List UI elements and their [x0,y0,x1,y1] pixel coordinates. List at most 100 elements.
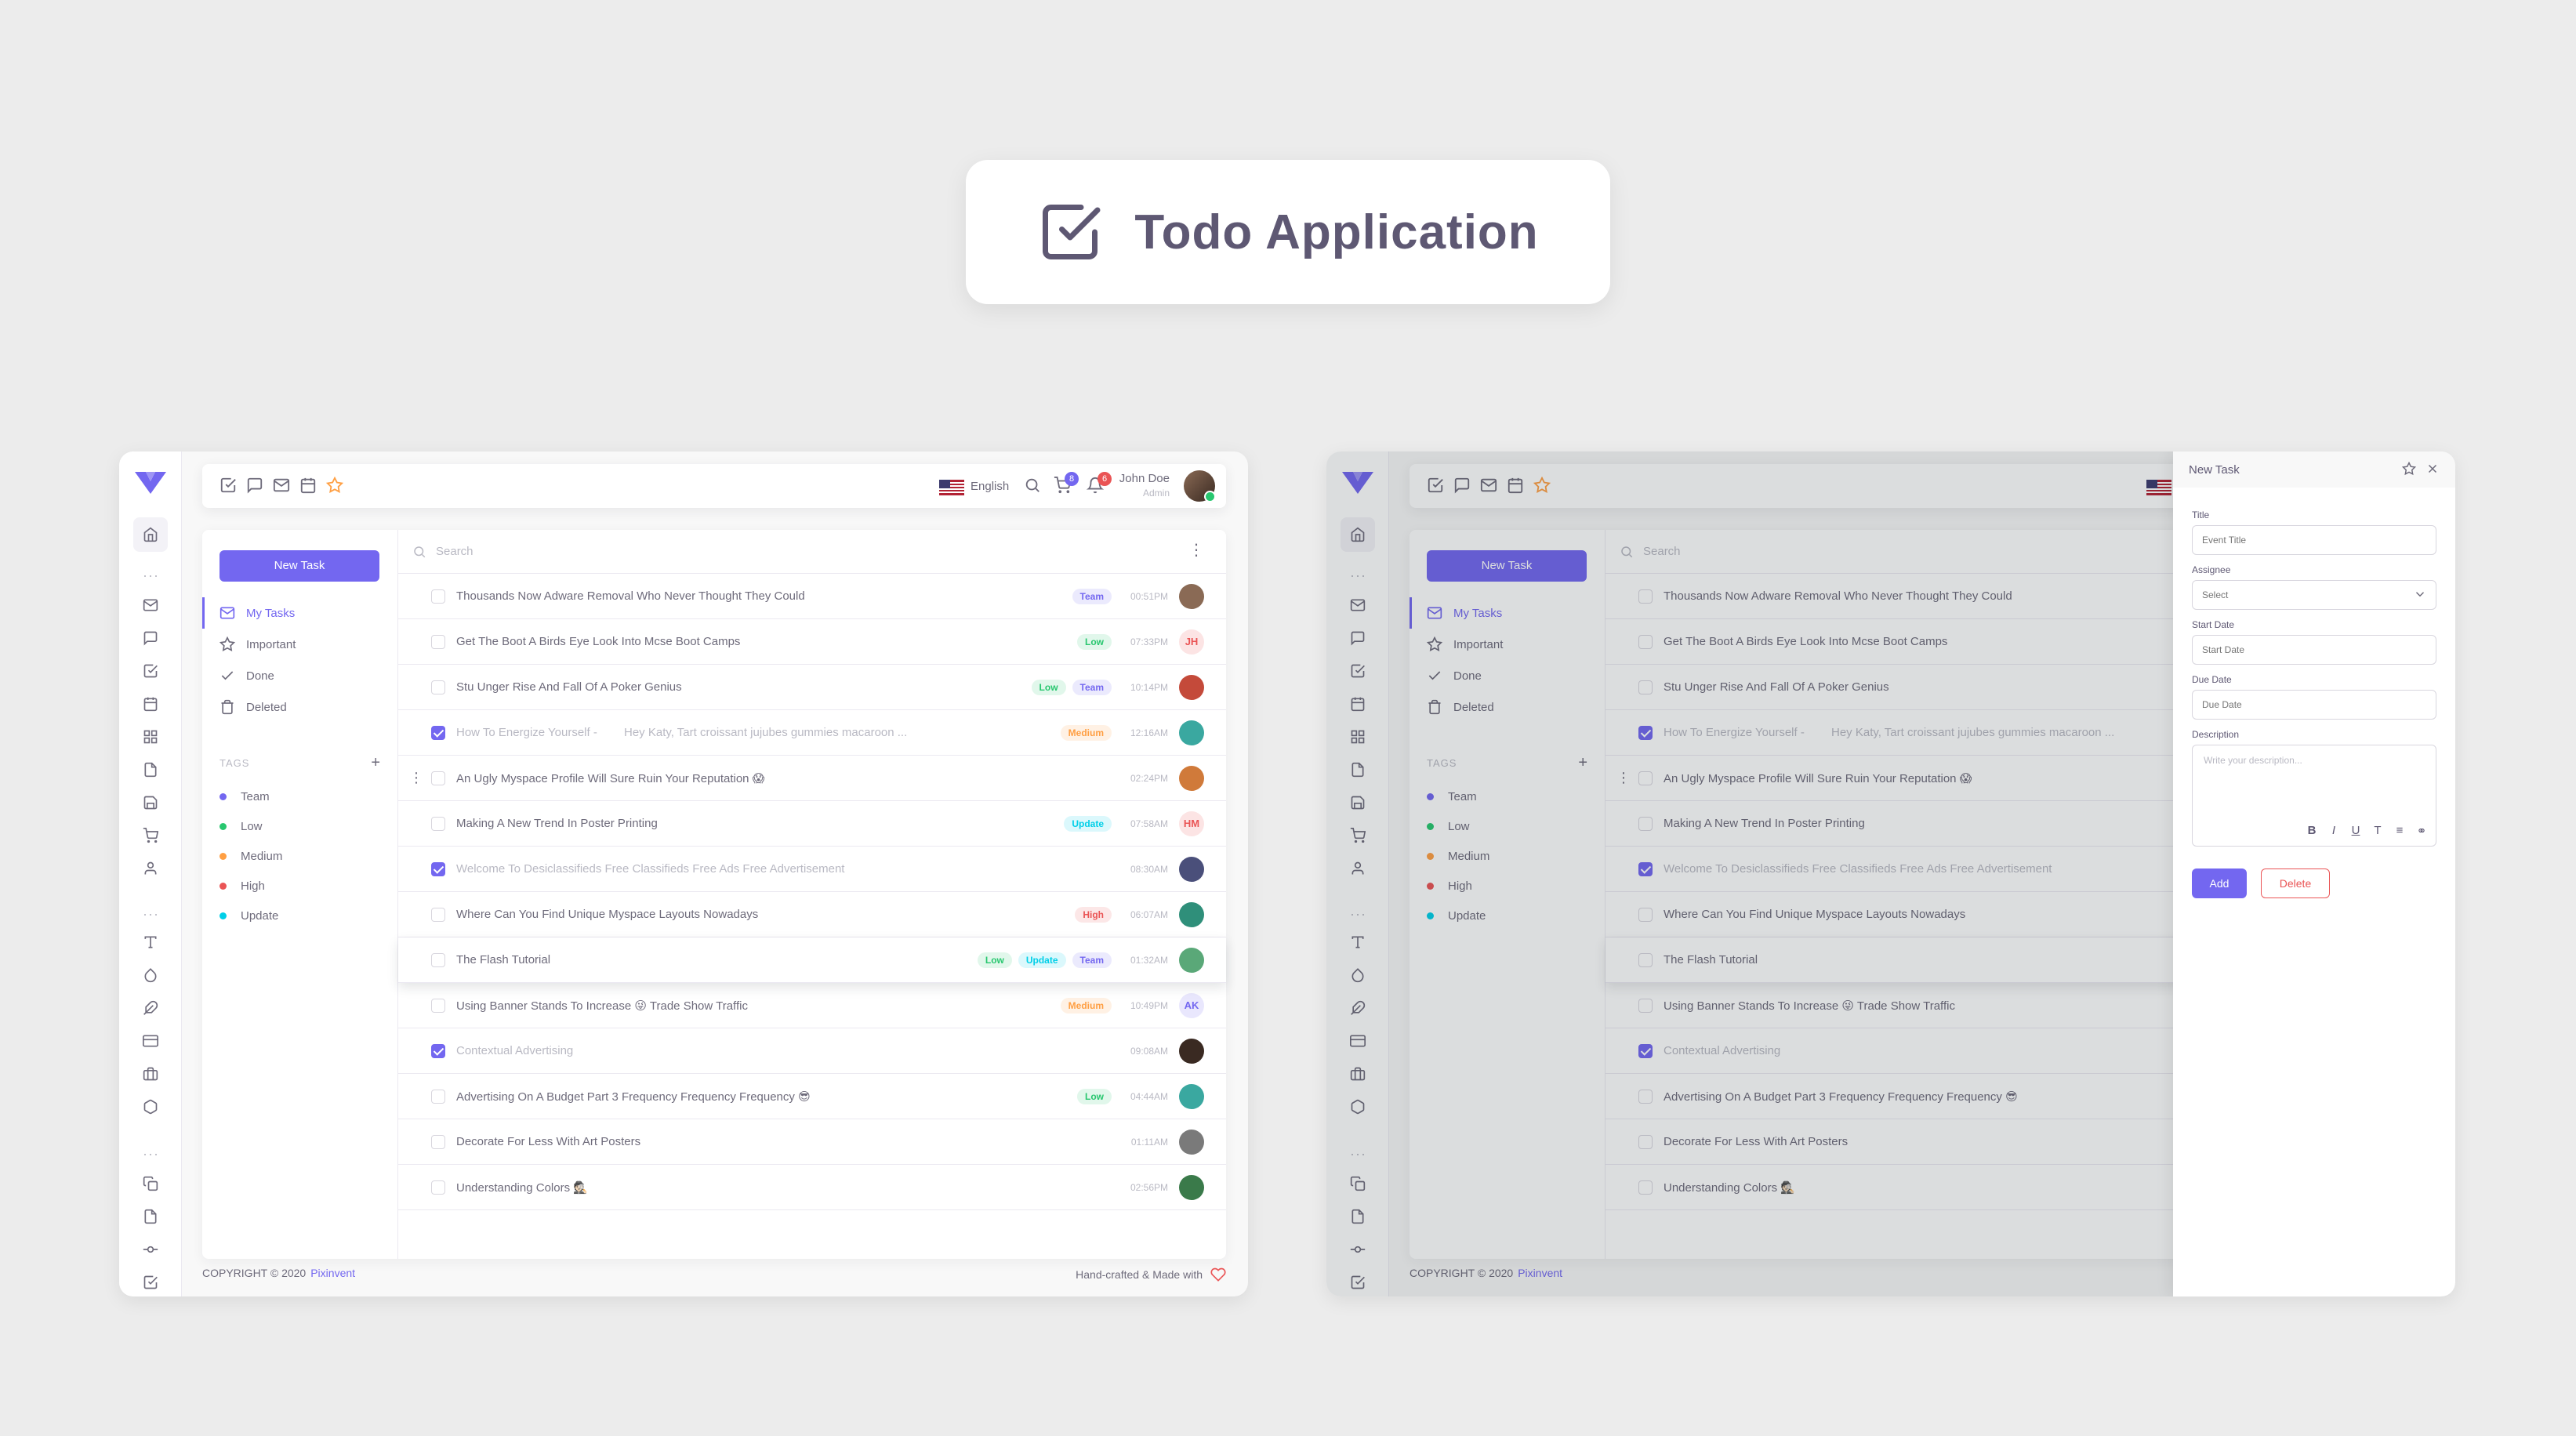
assignee-avatar[interactable]: AK [1179,992,1204,1018]
strike-icon[interactable]: T [2371,824,2384,838]
copy-icon[interactable] [141,1174,160,1193]
description-editor[interactable]: Write your description... B I U T ≡ ⚭ [2192,745,2436,847]
todo-shortcut-icon[interactable] [220,477,238,495]
assignee-avatar[interactable]: HM [1179,810,1204,836]
assignee-avatar[interactable] [1179,1038,1204,1064]
task-row[interactable]: Stu Unger Rise And Fall Of A Poker Geniu… [398,665,1226,710]
save-icon[interactable] [141,793,160,812]
task-row[interactable]: Using Banner Stands To Increase 😜 Trade … [398,983,1226,1028]
task-row[interactable]: Thousands Now Adware Removal Who Never T… [398,574,1226,619]
add-button[interactable]: Add [2192,868,2247,898]
search-icon[interactable] [1024,477,1043,495]
git-commit-icon[interactable] [141,1240,160,1259]
task-row[interactable]: Understanding Colors 🕵🏻 02:56PM [398,1165,1226,1210]
start-date-input[interactable] [2192,635,2436,665]
task-checkbox[interactable] [431,589,445,604]
tag-team[interactable]: Team [220,790,270,803]
briefcase-icon[interactable] [141,1064,160,1083]
task-checkbox[interactable] [431,907,445,922]
task-checkbox[interactable] [431,1089,445,1104]
task-row[interactable]: How To Energize Yourself - Hey Katy, Tart… [398,710,1226,756]
tag-update[interactable]: Update [220,909,278,923]
task-row[interactable]: The Flash Tutorial Low Update Team 01:32AM [398,937,1226,983]
task-row[interactable]: Making A New Trend In Poster Printing Upd… [398,801,1226,847]
filter-my-tasks[interactable]: My Tasks [202,597,398,629]
new-task-button[interactable]: New Task [220,550,379,582]
assignee-avatar[interactable] [1179,947,1204,973]
file-text-icon[interactable] [141,760,160,779]
italic-icon[interactable]: I [2327,824,2340,838]
vuexy-logo-icon[interactable] [133,469,168,495]
link-icon[interactable]: ⚭ [2415,824,2428,838]
assignee-avatar[interactable] [1179,1129,1204,1155]
tag-high[interactable]: High [220,879,265,893]
assignee-avatar[interactable]: JH [1179,629,1204,655]
add-tag-plus-icon[interactable]: + [371,754,381,772]
filter-important[interactable]: Important [202,629,398,660]
assignee-select[interactable] [2192,580,2436,610]
task-checkbox[interactable] [431,816,445,831]
feather-icon[interactable] [141,999,160,1017]
task-checkbox[interactable] [431,680,445,694]
calendar-shortcut-icon[interactable] [299,477,318,495]
assignee-avatar[interactable] [1179,720,1204,745]
droplet-icon[interactable] [141,966,160,985]
task-row[interactable]: Contextual Advertising 09:08AM [398,1028,1226,1074]
more-options-icon[interactable]: ⋮ [1188,542,1204,558]
email-icon[interactable] [141,596,160,615]
task-checkbox[interactable] [431,861,445,876]
close-icon[interactable] [2425,462,2441,477]
assignee-avatar[interactable] [1179,856,1204,882]
cart-icon[interactable]: 8 [1054,472,1079,495]
assignee-avatar[interactable] [1179,901,1204,927]
assignee-select-input[interactable] [2192,580,2436,610]
filter-done[interactable]: Done [202,660,398,691]
us-flag-icon[interactable] [939,480,964,495]
task-row[interactable]: Welcome To Desiclassifieds Free Classifi… [398,847,1226,892]
title-input[interactable] [2192,525,2436,555]
credit-card-icon[interactable] [141,1032,160,1050]
task-row[interactable]: Get The Boot A Birds Eye Look Into Mcse … [398,619,1226,665]
task-checkbox[interactable] [431,952,445,967]
task-row[interactable]: ⋮ An Ugly Myspace Profile Will Sure Ruin … [398,756,1226,801]
typography-icon[interactable] [141,933,160,952]
assignee-avatar[interactable] [1179,583,1204,609]
home-icon[interactable] [133,517,168,552]
tag-medium[interactable]: Medium [220,850,282,863]
task-row[interactable]: Where Can You Find Unique Myspace Layout… [398,892,1226,937]
task-checkbox[interactable] [431,1043,445,1058]
filter-deleted[interactable]: Deleted [202,691,398,723]
chat-icon[interactable] [141,629,160,647]
task-checkbox[interactable] [431,634,445,649]
assignee-avatar[interactable] [1179,765,1204,791]
assignee-avatar[interactable] [1179,1083,1204,1109]
task-row[interactable]: Advertising On A Budget Part 3 Frequency… [398,1074,1226,1119]
bookmark-star-icon[interactable] [325,476,345,495]
task-checkbox[interactable] [431,771,445,785]
assignee-avatar[interactable] [1179,1174,1204,1200]
task-row[interactable]: Decorate For Less With Art Posters 01:11A… [398,1119,1226,1165]
cart-icon[interactable] [141,826,160,845]
task-search-input[interactable] [436,545,1141,558]
assignee-avatar[interactable] [1179,674,1204,700]
delete-button[interactable]: Delete [2261,868,2330,898]
user-name[interactable]: John Doe [1119,472,1170,485]
calendar-icon[interactable] [141,694,160,713]
grid-icon[interactable] [141,727,160,746]
bell-icon[interactable]: 6 [1086,472,1112,495]
drag-handle-icon[interactable]: ⋮ [409,770,423,786]
tag-low[interactable]: Low [220,820,263,833]
due-date-input[interactable] [2192,690,2436,720]
task-checkbox[interactable] [431,1180,445,1195]
language-label[interactable]: English [971,480,1009,493]
todo-icon[interactable] [141,662,160,680]
star-icon[interactable] [2401,461,2418,477]
user-icon[interactable] [141,859,160,878]
task-checkbox[interactable] [431,1134,445,1149]
email-shortcut-icon[interactable] [273,477,292,495]
file-icon[interactable] [141,1207,160,1226]
user-avatar[interactable] [1184,470,1216,502]
underline-icon[interactable]: U [2349,824,2362,838]
check-square-icon[interactable] [141,1273,160,1292]
bold-icon[interactable]: B [2306,824,2318,838]
